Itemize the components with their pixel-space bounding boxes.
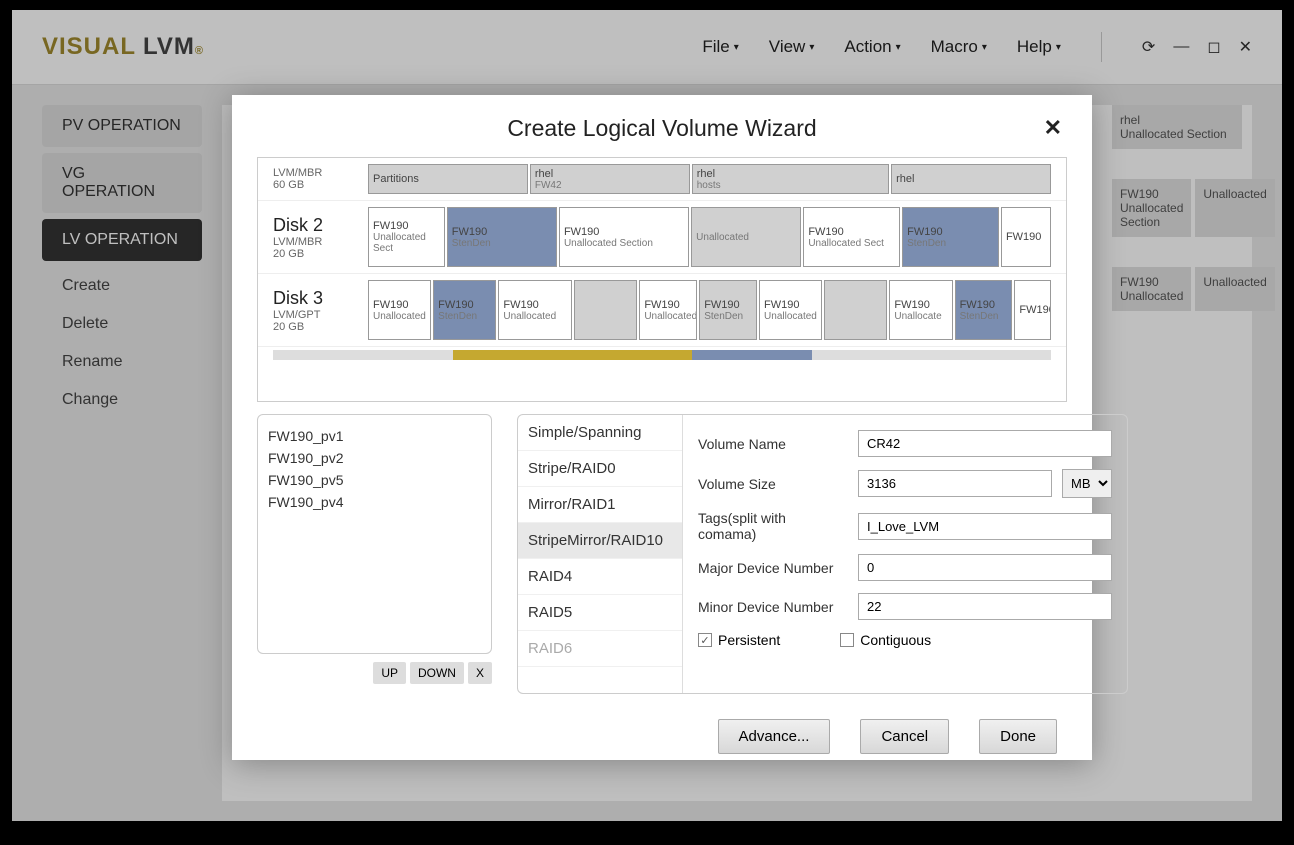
disk-segment[interactable]: FW190 — [1014, 280, 1051, 340]
disk-segment[interactable]: FW190Unallocated — [498, 280, 572, 340]
volume-name-input[interactable] — [858, 430, 1112, 457]
raid-type-list: Simple/Spanning Stripe/RAID0 Mirror/RAID… — [518, 415, 683, 693]
disk-segment[interactable]: FW190Unallocate — [889, 280, 952, 340]
disk-segment[interactable]: FW190Unallocated — [639, 280, 697, 340]
disk-segment[interactable]: Unallocated — [691, 207, 801, 267]
disk-segment[interactable] — [574, 280, 637, 340]
disk-segment[interactable]: FW190StenDen — [447, 207, 557, 267]
modal-title: Create Logical Volume Wizard — [507, 115, 816, 141]
disk-segment[interactable] — [824, 280, 887, 340]
disk-segment[interactable]: rhelFW42 — [530, 164, 690, 194]
pv-up-button[interactable]: UP — [373, 662, 406, 684]
tags-input[interactable] — [858, 513, 1112, 540]
disk-segment[interactable]: FW190StenDen — [955, 280, 1013, 340]
pv-item[interactable]: FW190_pv1 — [268, 425, 481, 447]
disk-segment[interactable]: FW190Unallocated Sect — [803, 207, 900, 267]
disk-name: Disk 2 — [273, 215, 368, 236]
persistent-label: Persistent — [718, 632, 780, 648]
major-device-input[interactable] — [858, 554, 1112, 581]
persistent-checkbox[interactable] — [698, 633, 712, 647]
minor-device-label: Minor Device Number — [698, 599, 848, 615]
tags-label: Tags(split with comama) — [698, 510, 848, 542]
pv-list: FW190_pv1 FW190_pv2 FW190_pv5 FW190_pv4 — [257, 414, 492, 654]
pv-remove-button[interactable]: X — [468, 662, 492, 684]
minor-device-input[interactable] — [858, 593, 1112, 620]
modal-close-icon[interactable]: ✕ — [1044, 115, 1062, 141]
volume-name-label: Volume Name — [698, 436, 848, 452]
raid-mirror[interactable]: Mirror/RAID1 — [518, 487, 682, 523]
raid-5[interactable]: RAID5 — [518, 595, 682, 631]
contiguous-label: Contiguous — [860, 632, 931, 648]
raid-4[interactable]: RAID4 — [518, 559, 682, 595]
major-device-label: Major Device Number — [698, 560, 848, 576]
pv-item[interactable]: FW190_pv2 — [268, 447, 481, 469]
raid-6[interactable]: RAID6 — [518, 631, 682, 667]
disk-meta: 20 GB — [273, 248, 368, 260]
create-lv-modal: Create Logical Volume Wizard ✕ LVM/MBR 6… — [232, 95, 1092, 760]
raid-stripemirror[interactable]: StripeMirror/RAID10 — [518, 523, 682, 559]
disk-segment[interactable]: FW190StenDen — [433, 280, 496, 340]
disk-meta: 20 GB — [273, 321, 368, 333]
disk-segment[interactable]: FW190Unallocated — [759, 280, 822, 340]
disk-meta: LVM/MBR — [273, 236, 368, 248]
disk-segment[interactable]: rhel — [891, 164, 1051, 194]
cancel-button[interactable]: Cancel — [860, 719, 949, 754]
disk-meta: LVM/GPT — [273, 309, 368, 321]
disk-name: Disk 3 — [273, 288, 368, 309]
contiguous-checkbox[interactable] — [840, 633, 854, 647]
raid-stripe[interactable]: Stripe/RAID0 — [518, 451, 682, 487]
disk-segment[interactable]: FW190 — [1001, 207, 1051, 267]
disk-segment[interactable]: FW190StenDen — [902, 207, 999, 267]
disk-segment[interactable]: FW190StenDen — [699, 280, 757, 340]
volume-size-unit[interactable]: MB — [1062, 469, 1112, 498]
pv-item[interactable]: FW190_pv4 — [268, 491, 481, 513]
disk-segment[interactable]: FW190Unallocated Section — [559, 207, 689, 267]
volume-size-input[interactable] — [858, 470, 1052, 497]
disk-meta: LVM/MBR — [273, 167, 368, 179]
pv-down-button[interactable]: DOWN — [410, 662, 464, 684]
disk-segment[interactable]: FW190Unallocated — [368, 280, 431, 340]
disk-panel[interactable]: LVM/MBR 60 GB Partitions rhelFW42 rhelho… — [257, 157, 1067, 402]
disk-segment[interactable]: FW190Unallocated Sect — [368, 207, 445, 267]
done-button[interactable]: Done — [979, 719, 1057, 754]
disk-segment[interactable]: rhelhosts — [692, 164, 889, 194]
raid-simple[interactable]: Simple/Spanning — [518, 415, 682, 451]
volume-size-label: Volume Size — [698, 476, 848, 492]
disk-meta: 60 GB — [273, 179, 368, 191]
pv-item[interactable]: FW190_pv5 — [268, 469, 481, 491]
disk-segment[interactable]: Partitions — [368, 164, 528, 194]
advance-button[interactable]: Advance... — [718, 719, 831, 754]
